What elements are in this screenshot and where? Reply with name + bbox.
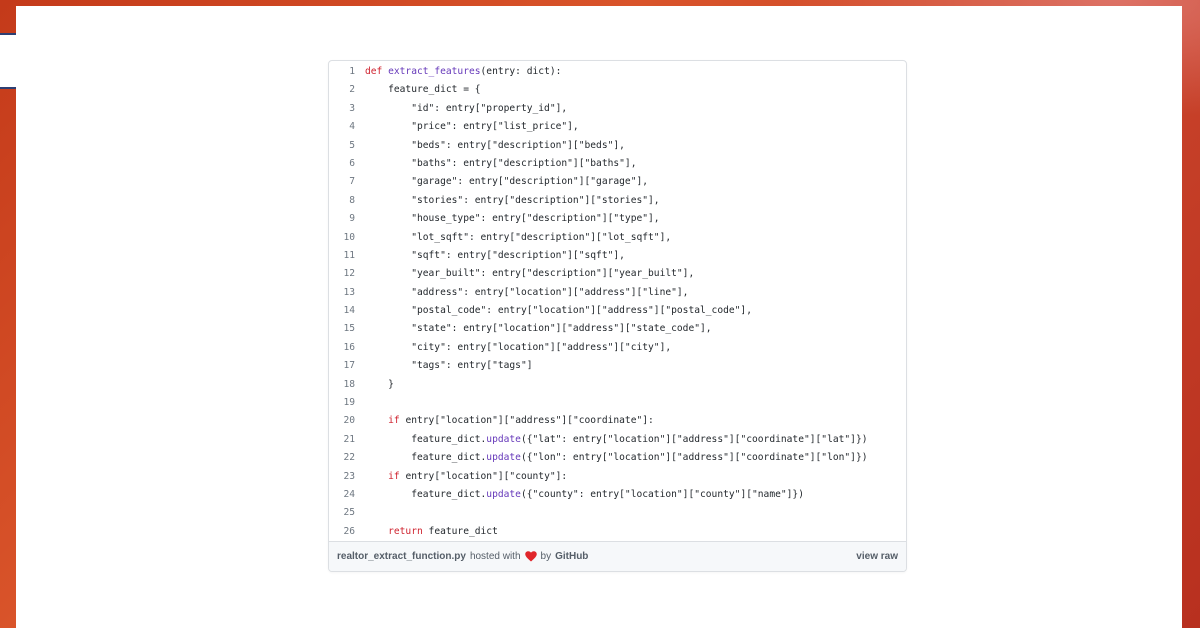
line-code: def extract_features(entry: dict):	[365, 66, 562, 77]
line-code: feature_dict.update({"county": entry["lo…	[365, 488, 804, 500]
line-code: "id": entry["property_id"],	[365, 102, 568, 114]
line-number[interactable]: 15	[329, 320, 355, 338]
line-number[interactable]: 9	[329, 210, 355, 228]
line-code: feature_dict.update({"lat": entry["locat…	[365, 433, 868, 445]
line-code: "state": entry["location"]["address"]["s…	[365, 323, 712, 335]
code-line: 19	[329, 394, 906, 412]
line-number[interactable]: 25	[329, 504, 355, 522]
line-code: "baths": entry["description"]["baths"],	[365, 157, 637, 169]
code-line: 23 if entry["location"]["county"]:	[329, 468, 906, 486]
line-number[interactable]: 23	[329, 468, 355, 486]
left-edge-tab	[0, 33, 16, 89]
line-code: "tags": entry["tags"]	[365, 360, 533, 372]
gist-filename-link[interactable]: realtor_extract_function.py	[337, 551, 466, 562]
gist-meta: realtor_extract_function.py hosted with …	[337, 551, 588, 562]
line-code: "sqft": entry["description"]["sqft"],	[365, 249, 625, 261]
line-number[interactable]: 10	[329, 229, 355, 247]
code-block: 1 def extract_features(entry: dict): 2 fea…	[329, 63, 906, 543]
code-line: 5 "beds": entry["description"]["beds"],	[329, 137, 906, 155]
code-line: 8 "stories": entry["description"]["stori…	[329, 192, 906, 210]
line-number[interactable]: 24	[329, 486, 355, 504]
line-number[interactable]: 13	[329, 284, 355, 302]
line-code: return feature_dict	[388, 525, 498, 537]
code-line: 20 if entry["location"]["address"]["coor…	[329, 412, 906, 430]
code-line: 14 "postal_code": entry["location"]["add…	[329, 302, 906, 320]
code-line: 17 "tags": entry["tags"]	[329, 357, 906, 375]
line-number[interactable]: 2	[329, 81, 355, 99]
line-code: if entry["location"]["county"]:	[388, 470, 568, 482]
line-number[interactable]: 3	[329, 100, 355, 118]
line-number[interactable]: 14	[329, 302, 355, 320]
heart-icon	[524, 551, 537, 562]
gist-footer: realtor_extract_function.py hosted with …	[329, 541, 906, 571]
line-number[interactable]: 18	[329, 376, 355, 394]
line-code: "garage": entry["description"]["garage"]…	[365, 176, 649, 188]
line-number[interactable]: 22	[329, 449, 355, 467]
code-line: 21 feature_dict.update({"lat": entry["lo…	[329, 431, 906, 449]
line-code: "year_built": entry["description"]["year…	[365, 268, 695, 280]
line-number[interactable]: 11	[329, 247, 355, 265]
line-number[interactable]: 16	[329, 339, 355, 357]
code-line: 18 }	[329, 376, 906, 394]
line-code: "beds": entry["description"]["beds"],	[365, 139, 625, 151]
code-line: 13 "address": entry["location"]["address…	[329, 284, 906, 302]
line-code: "price": entry["list_price"],	[365, 121, 579, 133]
code-line: 15 "state": entry["location"]["address"]…	[329, 320, 906, 338]
code-line: 6 "baths": entry["description"]["baths"]…	[329, 155, 906, 173]
line-code: feature_dict.update({"lon": entry["locat…	[365, 452, 868, 464]
line-number[interactable]: 21	[329, 431, 355, 449]
line-number[interactable]: 1	[329, 63, 355, 81]
line-number[interactable]: 20	[329, 412, 355, 430]
code-line: 10 "lot_sqft": entry["description"]["lot…	[329, 229, 906, 247]
line-number[interactable]: 7	[329, 173, 355, 191]
view-raw-link[interactable]: view raw	[856, 551, 898, 562]
gist-embed: 1 def extract_features(entry: dict): 2 fea…	[328, 60, 907, 572]
code-line: 4 "price": entry["list_price"],	[329, 118, 906, 136]
code-line: 1 def extract_features(entry: dict):	[329, 63, 906, 81]
line-number[interactable]: 19	[329, 394, 355, 412]
code-line: 9 "house_type": entry["description"]["ty…	[329, 210, 906, 228]
line-number[interactable]: 4	[329, 118, 355, 136]
line-code: if entry["location"]["address"]["coordin…	[388, 415, 654, 427]
line-number[interactable]: 26	[329, 523, 355, 541]
line-code: "lot_sqft": entry["description"]["lot_sq…	[365, 231, 672, 243]
code-line: 11 "sqft": entry["description"]["sqft"],	[329, 247, 906, 265]
code-line: 26 return feature_dict	[329, 523, 906, 541]
line-code: "stories": entry["description"]["stories…	[365, 194, 660, 206]
code-line: 3 "id": entry["property_id"],	[329, 100, 906, 118]
by-text: by	[540, 551, 552, 562]
line-code: "house_type": entry["description"]["type…	[365, 213, 660, 225]
line-number[interactable]: 6	[329, 155, 355, 173]
line-code: }	[365, 378, 394, 390]
line-code: "postal_code": entry["location"]["addres…	[365, 305, 752, 317]
line-number[interactable]: 17	[329, 357, 355, 375]
line-number[interactable]: 12	[329, 265, 355, 283]
code-line: 7 "garage": entry["description"]["garage…	[329, 173, 906, 191]
github-link[interactable]: GitHub	[555, 551, 588, 562]
hosted-with-text: hosted with	[469, 551, 521, 562]
line-code: "address": entry["location"]["address"][…	[365, 286, 689, 298]
code-line: 24 feature_dict.update({"county": entry[…	[329, 486, 906, 504]
code-line: 16 "city": entry["location"]["address"][…	[329, 339, 906, 357]
line-code: feature_dict = {	[365, 84, 481, 96]
code-line: 25	[329, 504, 906, 522]
line-number[interactable]: 5	[329, 137, 355, 155]
code-line: 12 "year_built": entry["description"]["y…	[329, 265, 906, 283]
line-number[interactable]: 8	[329, 192, 355, 210]
line-code: "city": entry["location"]["address"]["ci…	[365, 341, 672, 353]
code-line: 2 feature_dict = {	[329, 81, 906, 99]
code-line: 22 feature_dict.update({"lon": entry["lo…	[329, 449, 906, 467]
